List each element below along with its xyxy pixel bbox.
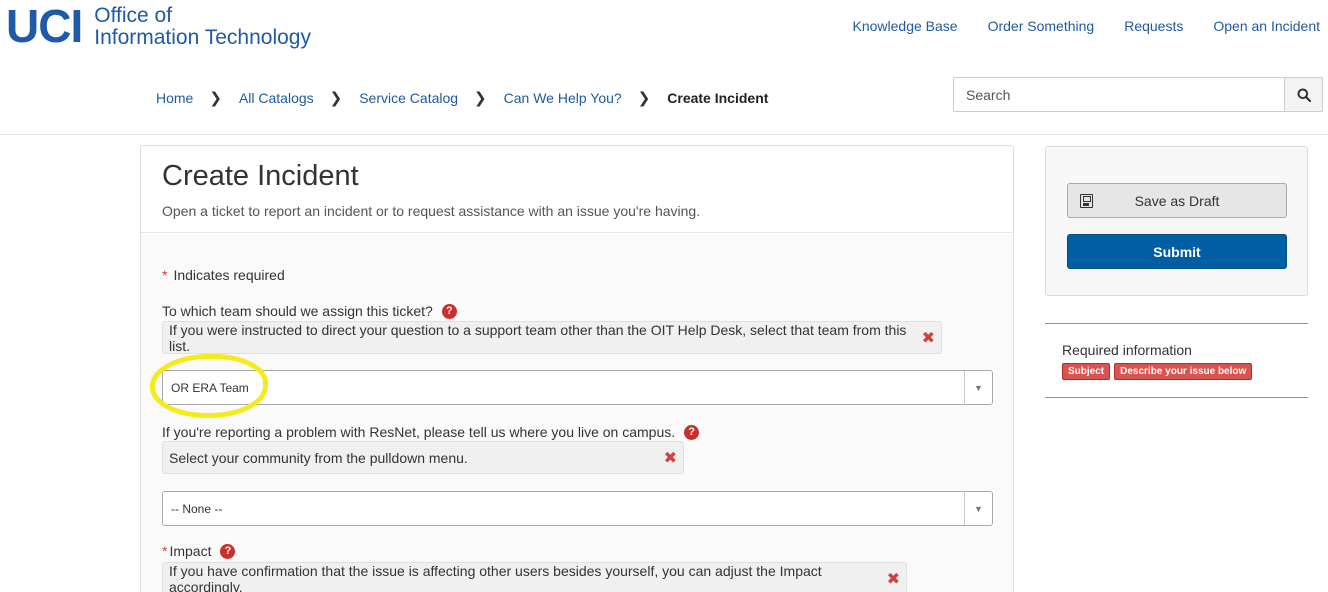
help-icon[interactable]: ?: [220, 543, 236, 559]
search-button[interactable]: [1284, 78, 1322, 111]
close-icon[interactable]: ✖: [877, 569, 900, 589]
required-asterisk-icon: *: [162, 543, 168, 559]
resnet-hint-text: Select your community from the pulldown …: [169, 449, 468, 466]
assign-team-select-value: OR ERA Team: [171, 380, 249, 395]
resnet-hint: Select your community from the pulldown …: [162, 441, 684, 474]
required-note-text: Indicates required: [173, 267, 285, 283]
top-navigation: Knowledge Base Order Something Requests …: [853, 18, 1320, 34]
chevron-right-icon: ❯: [209, 90, 222, 107]
close-icon[interactable]: ✖: [654, 448, 677, 468]
assign-team-label: To which team should we assign this tick…: [162, 303, 457, 319]
logo-line-2: Information Technology: [94, 26, 311, 49]
community-select[interactable]: -- None -- ▼: [162, 491, 993, 526]
nav-order-something[interactable]: Order Something: [988, 18, 1095, 34]
chevron-down-icon[interactable]: ▼: [964, 371, 992, 404]
logo-text: Office of Information Technology: [94, 5, 311, 49]
close-icon[interactable]: ✖: [912, 328, 935, 348]
required-badges: Subject Describe your issue below: [1062, 363, 1253, 380]
breadcrumb-service-catalog[interactable]: Service Catalog: [359, 90, 458, 106]
impact-label-text: Impact: [169, 543, 212, 559]
logo-line-1: Office of: [94, 4, 173, 27]
help-icon[interactable]: ?: [441, 303, 457, 319]
community-select-value: -- None --: [171, 501, 223, 516]
required-information: Required information Subject Describe yo…: [1045, 323, 1308, 398]
required-badge-subject[interactable]: Subject: [1062, 363, 1111, 380]
header-divider: [0, 134, 1328, 135]
resnet-label-text: If you're reporting a problem with ResNe…: [162, 424, 676, 440]
chevron-right-icon: ❯: [329, 90, 343, 107]
breadcrumb-all-catalogs[interactable]: All Catalogs: [239, 90, 314, 106]
submit-button[interactable]: Submit: [1067, 234, 1287, 269]
chevron-right-icon: ❯: [637, 90, 651, 107]
breadcrumb-can-we-help[interactable]: Can We Help You?: [504, 90, 622, 106]
actions-panel: Save as Draft Submit: [1045, 146, 1308, 296]
impact-hint: If you have confirmation that the issue …: [162, 562, 907, 592]
form-body: * Indicates required To which team should…: [141, 234, 1013, 592]
breadcrumb-home[interactable]: Home: [156, 90, 193, 106]
impact-label: * Impact ?: [162, 543, 236, 559]
logo-mark: UCI: [6, 0, 83, 52]
breadcrumb: Home ❯ All Catalogs ❯ Service Catalog ❯ …: [156, 89, 768, 107]
save-as-draft-label: Save as Draft: [1134, 192, 1220, 209]
help-icon[interactable]: ?: [684, 424, 700, 440]
required-badge-description[interactable]: Describe your issue below: [1114, 363, 1253, 380]
chevron-right-icon: ❯: [474, 90, 487, 107]
resnet-label: If you're reporting a problem with ResNe…: [162, 424, 700, 440]
search-box: [953, 77, 1323, 112]
nav-requests[interactable]: Requests: [1124, 18, 1183, 34]
required-asterisk-icon: *: [162, 267, 168, 283]
nav-knowledge-base[interactable]: Knowledge Base: [853, 18, 958, 34]
page-subtitle: Open a ticket to report an incident or t…: [162, 203, 701, 219]
breadcrumb-current: Create Incident: [667, 90, 769, 106]
assign-team-hint: If you were instructed to direct your qu…: [162, 321, 942, 354]
required-info-title: Required information: [1062, 342, 1192, 358]
panel-header: Create Incident Open a ticket to report …: [141, 146, 1013, 233]
page-title: Create Incident: [162, 160, 359, 192]
save-as-draft-button[interactable]: Save as Draft: [1067, 183, 1287, 218]
submit-label: Submit: [1153, 243, 1201, 260]
impact-hint-text: If you have confirmation that the issue …: [169, 562, 822, 592]
search-icon: [1297, 88, 1311, 102]
save-icon: [1080, 194, 1093, 208]
assign-team-hint-text: If you were instructed to direct your qu…: [169, 321, 907, 354]
assign-team-label-text: To which team should we assign this tick…: [162, 303, 433, 319]
chevron-down-icon[interactable]: ▼: [964, 492, 992, 525]
required-note: * Indicates required: [162, 267, 285, 283]
search-input[interactable]: [954, 78, 1284, 111]
assign-team-select[interactable]: OR ERA Team ▼: [162, 370, 993, 405]
uci-oit-logo[interactable]: UCI Office of Information Technology: [6, 3, 311, 49]
create-incident-panel: Create Incident Open a ticket to report …: [140, 145, 1014, 592]
nav-open-incident[interactable]: Open an Incident: [1213, 18, 1320, 34]
